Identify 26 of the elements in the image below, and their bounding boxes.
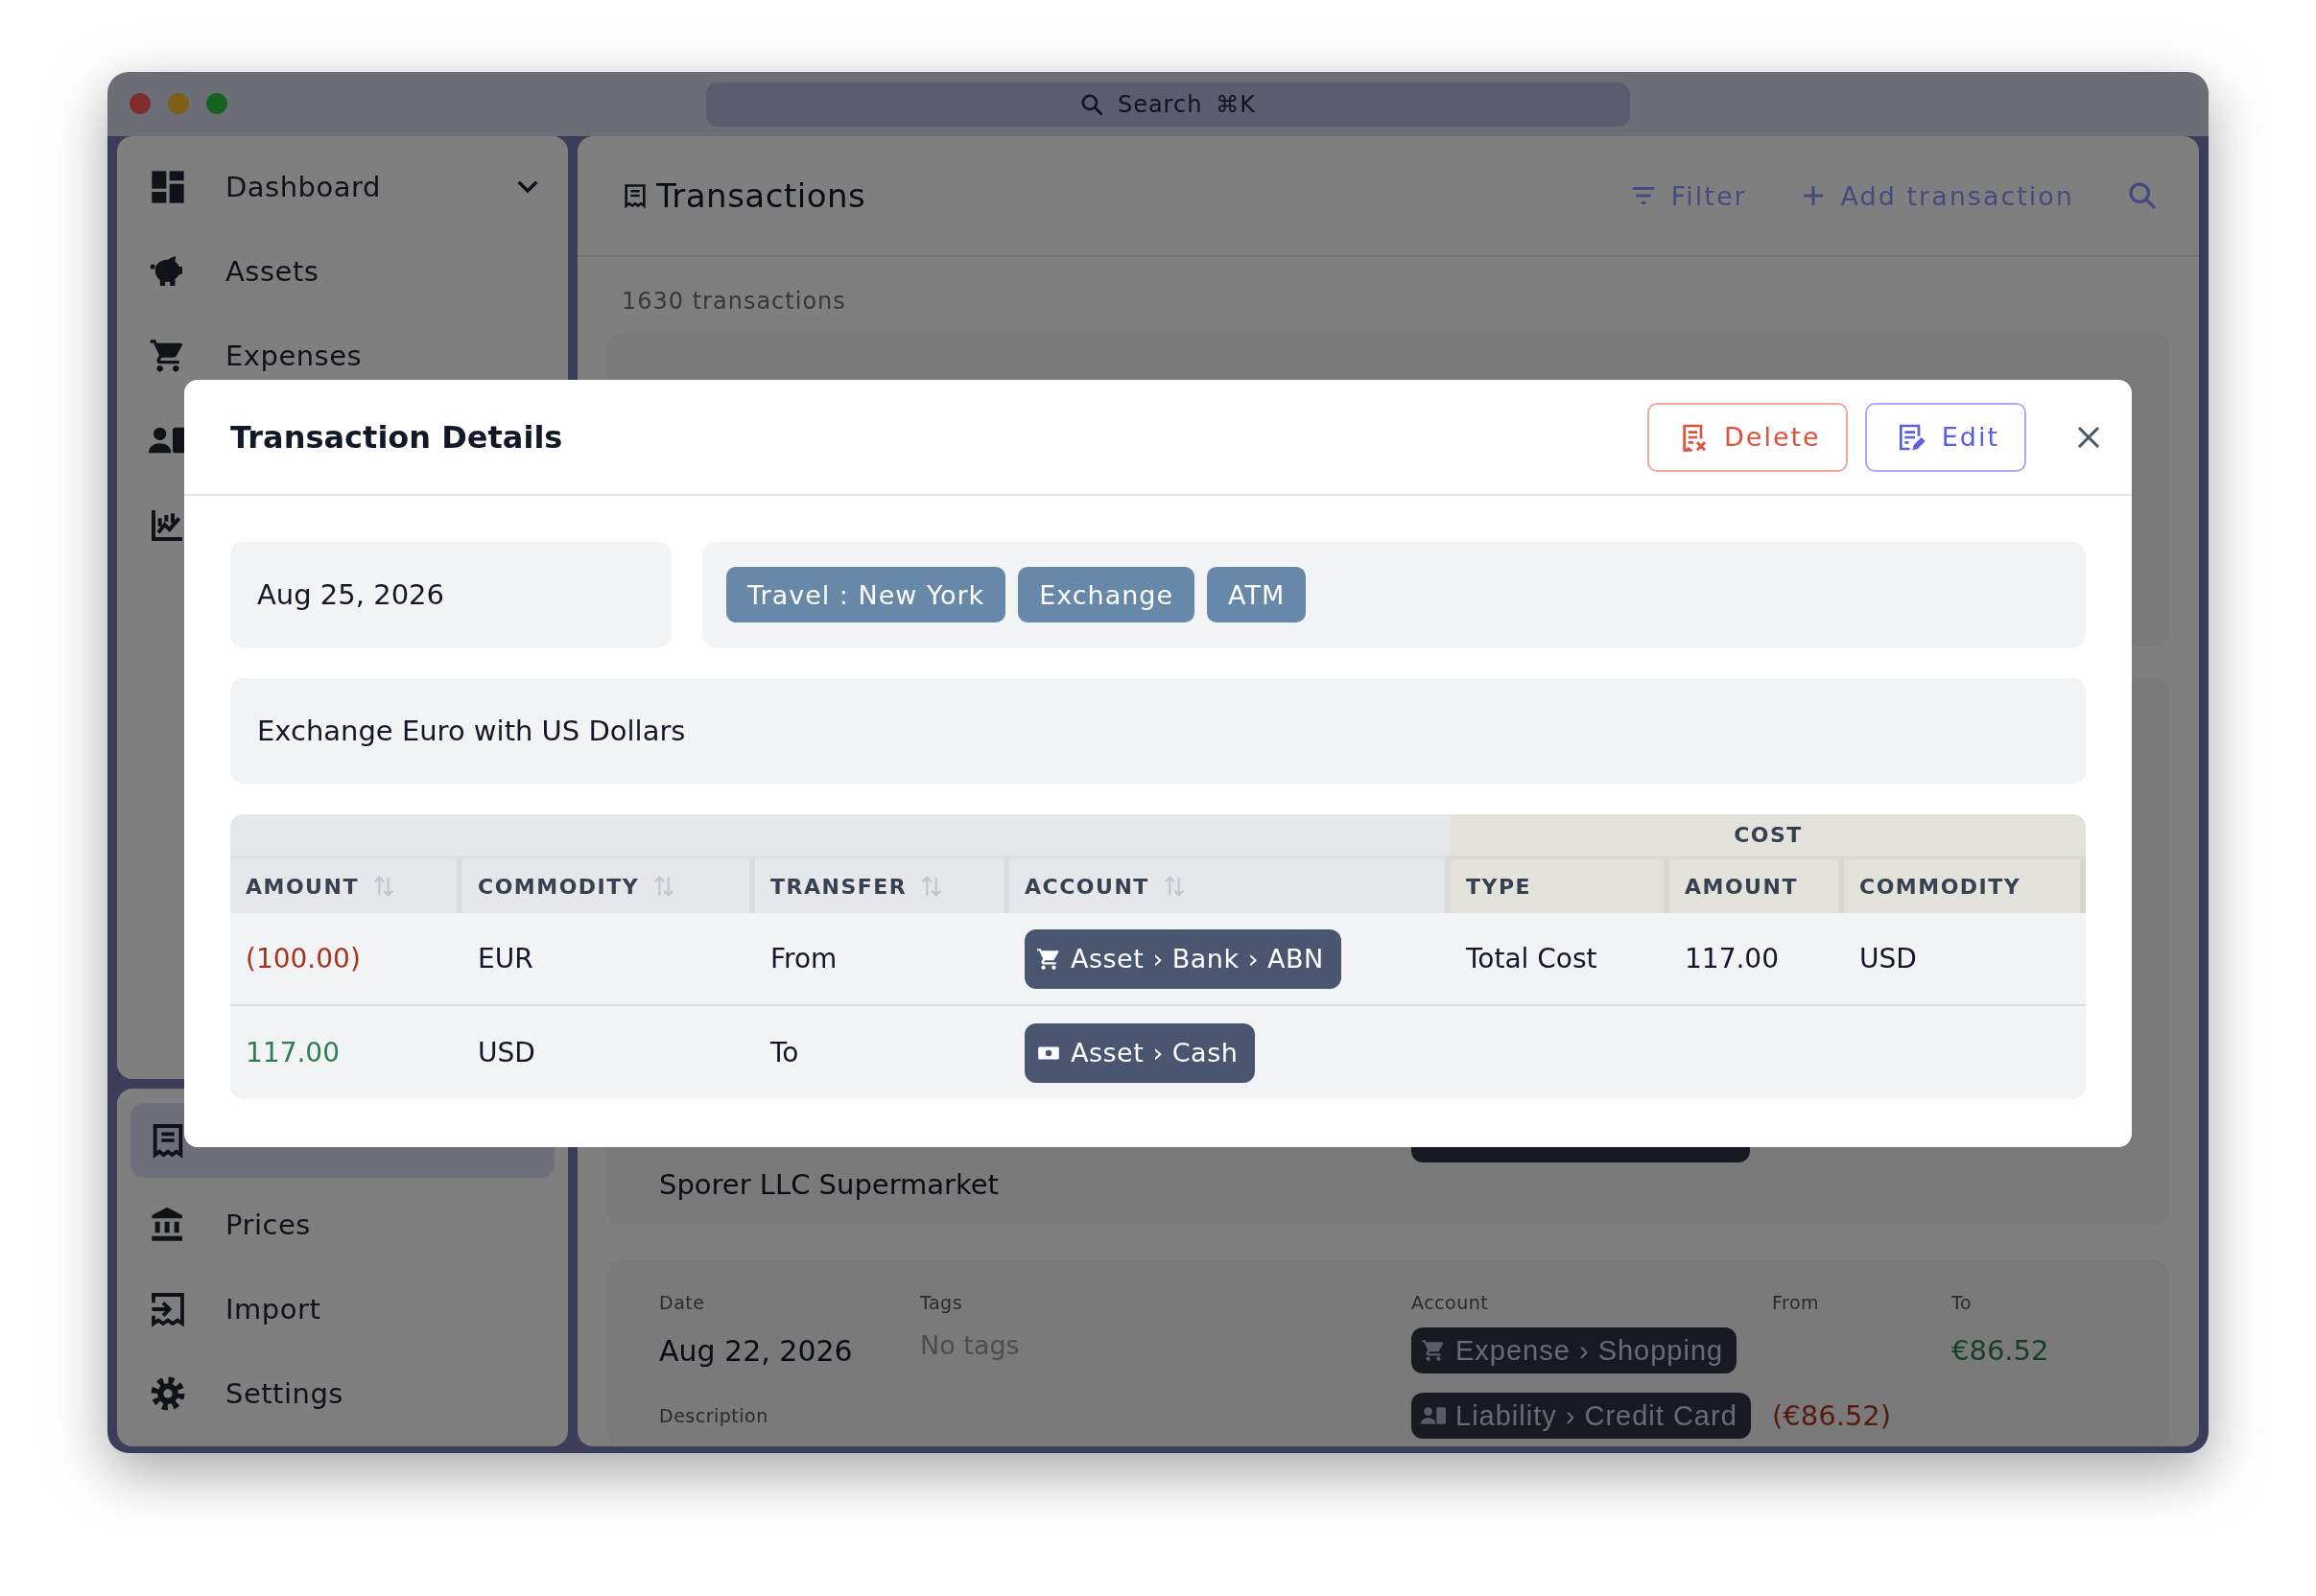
amount-text: (€86.52) bbox=[1772, 1399, 1893, 1432]
dialog-title: Transaction Details bbox=[230, 418, 563, 456]
table-cell: 117.00 bbox=[1685, 943, 1779, 974]
field-label: Date bbox=[659, 1292, 706, 1313]
table-cell: USD bbox=[1859, 943, 1917, 974]
table-cell: Total Cost bbox=[1466, 943, 1597, 974]
transaction-count: 1630 transactions bbox=[622, 288, 847, 315]
field-label: Description bbox=[659, 1405, 769, 1426]
table-cell: (100.00) bbox=[246, 943, 361, 974]
amount-text: €86.52 bbox=[1951, 1334, 2050, 1367]
table-cell: From bbox=[770, 943, 838, 974]
column-header: TYPE bbox=[1451, 856, 1669, 913]
table-cell: EUR bbox=[478, 943, 533, 974]
column-header: AMOUNT bbox=[1669, 856, 1844, 913]
transaction-description: Sporer LLC Supermarket bbox=[659, 1168, 1000, 1201]
field-label: Tags bbox=[920, 1292, 964, 1313]
table-cell: To bbox=[770, 1037, 799, 1068]
column-group-header: COST bbox=[1734, 823, 1803, 847]
field-label: To bbox=[1951, 1292, 1973, 1313]
field-label: From bbox=[1772, 1292, 1821, 1313]
page-title: Transactions bbox=[656, 176, 866, 215]
column-header: COMMODITY bbox=[1844, 856, 2086, 913]
field-label: Account bbox=[1411, 1292, 1490, 1313]
table-cell: 117.00 bbox=[246, 1037, 340, 1068]
transaction-date: Aug 22, 2026 bbox=[659, 1333, 854, 1368]
table-cell: USD bbox=[478, 1037, 535, 1068]
